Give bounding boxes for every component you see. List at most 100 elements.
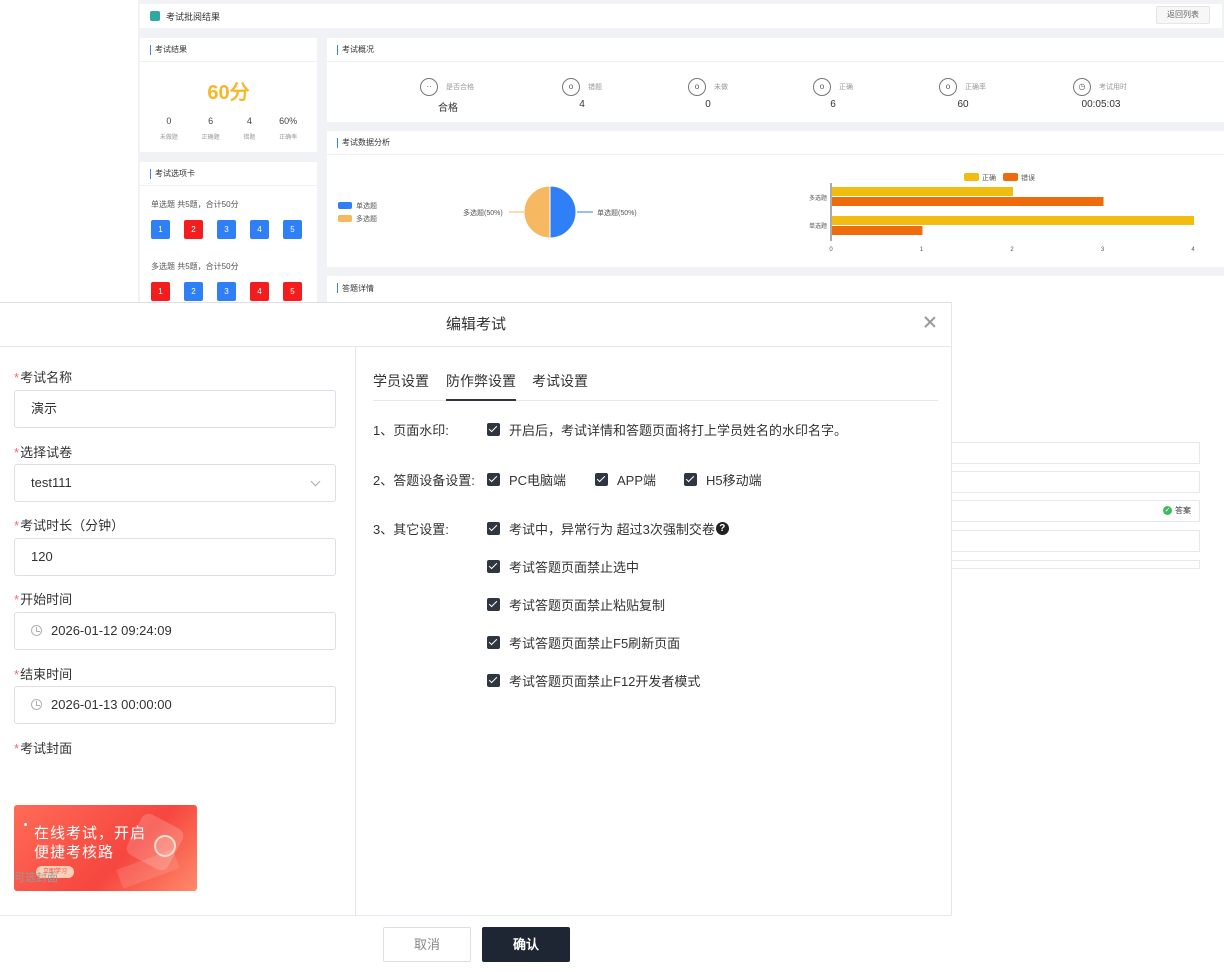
modal-footer: 取消 确认 <box>0 915 952 972</box>
multi-choice-row: 12345 <box>140 282 317 301</box>
bar-x-tick-label: 1 <box>920 247 924 253</box>
question-number-box[interactable]: 1 <box>151 220 170 239</box>
bar-correct-single <box>832 216 1194 225</box>
legend-swatch-wrong <box>1003 173 1018 181</box>
device-label: 2、答题设备设置: <box>373 473 475 488</box>
back-to-list-button[interactable]: 返回列表 <box>1156 6 1210 24</box>
overview-value: 00:05:03 <box>1081 99 1121 110</box>
disable-paste-checkbox[interactable]: 考试答题页面禁止粘贴复制 <box>487 595 665 614</box>
bar-x-ticks: 0 1 2 3 4 <box>829 247 1195 253</box>
overview-value: 60 <box>957 99 969 110</box>
help-icon[interactable]: ? <box>715 522 729 535</box>
question-number-box[interactable]: 1 <box>151 282 170 301</box>
face-o-icon: o <box>939 78 957 96</box>
device-app-checkbox[interactable]: APP端 <box>595 470 656 489</box>
face-o-icon: o <box>688 78 706 96</box>
start-time-picker[interactable]: 2026-01-12 09:24:09 <box>14 612 336 650</box>
checkbox-checked-icon <box>595 473 608 486</box>
end-time-label: *结束时间 <box>14 667 73 682</box>
bar-x-tick-label: 2 <box>1010 247 1014 253</box>
stat-label: 正确题 <box>201 135 220 141</box>
left-nav-area <box>0 0 138 302</box>
overview-items: ·· 是否合格 合格 o 错题 4 o 未做 0 o 正确 6 o 正确率 60 ◷ 考试用时 00:05:03 <box>327 78 1224 118</box>
checkbox-checked-icon <box>684 473 697 486</box>
duration-input[interactable]: 120 <box>14 538 336 576</box>
answer-badge-label: 答案 <box>1175 506 1191 515</box>
multi-choice-head: 多选题 共5题，合计50分 <box>151 262 239 271</box>
question-number-box[interactable]: 2 <box>184 282 203 301</box>
close-icon[interactable] <box>923 315 937 329</box>
disable-select-checkbox[interactable]: 考试答题页面禁止选中 <box>487 557 639 576</box>
end-time-picker[interactable]: 2026-01-13 00:00:00 <box>14 686 336 724</box>
abnormal-behavior-checkbox[interactable]: 考试中，异常行为 超过3次强制交卷? <box>487 519 729 538</box>
question-number-box[interactable]: 4 <box>250 220 269 239</box>
checkbox-checked-icon <box>487 473 500 486</box>
checkbox-checked-icon <box>487 423 500 436</box>
exam-name-input[interactable]: 演示 <box>14 390 336 428</box>
legend-label-correct: 正确 <box>982 173 996 182</box>
settings-tabs: 学员设置 防作弊设置 考试设置 <box>373 371 938 401</box>
bar-category-single: 单选题 <box>809 222 827 230</box>
stat-label: 未做题 <box>159 135 178 141</box>
bar-category-multi: 多选题 <box>809 194 827 202</box>
cover-text-line1: 在线考试，开启 <box>34 825 147 842</box>
paper-select[interactable]: test111 <box>14 464 336 502</box>
results-header: 考试批阅结果 返回列表 <box>140 4 1222 28</box>
data-analysis-card: 考试数据分析 单选题 多选题 多选题(50%) 单选题(50%) 正确 错误 多… <box>327 131 1224 267</box>
question-number-box[interactable]: 5 <box>283 220 302 239</box>
answer-sheet-card: 考试选项卡 单选题 共5题，合计50分 12345 多选题 共5题，合计50分 … <box>140 162 317 302</box>
tab-anti-cheat-settings[interactable]: 防作弊设置 <box>446 371 516 401</box>
watermark-label: 1、页面水印: <box>373 423 449 438</box>
check-circle-icon: ✓ <box>1163 506 1172 515</box>
pie-label-multi: 多选题(50%) <box>463 208 503 217</box>
disable-f12-checkbox[interactable]: 考试答题页面禁止F12开发者模式 <box>487 671 700 690</box>
checkbox-checked-icon <box>487 522 500 535</box>
confirm-button[interactable]: 确认 <box>482 927 570 962</box>
background-row <box>952 471 1200 493</box>
device-h5-checkbox[interactable]: H5移动端 <box>684 470 762 489</box>
tab-exam-settings[interactable]: 考试设置 <box>532 371 588 401</box>
disable-f5-checkbox[interactable]: 考试答题页面禁止F5刷新页面 <box>487 633 680 652</box>
device-pc-checkbox[interactable]: PC电脑端 <box>487 470 566 489</box>
checkbox-checked-icon <box>487 636 500 649</box>
pie-slice-multi <box>523 185 551 239</box>
question-number-box[interactable]: 5 <box>283 282 302 301</box>
stat-wrong: 4 错题 <box>243 116 255 141</box>
settings-pane: 学员设置 防作弊设置 考试设置 1、页面水印: 开启后，考试详情和答题页面将打上… <box>357 347 951 915</box>
face-o-icon: o <box>813 78 831 96</box>
data-analysis-title: 考试数据分析 <box>327 131 1224 155</box>
question-number-box[interactable]: 3 <box>217 220 236 239</box>
watermark-checkbox[interactable]: 开启后，考试详情和答题页面将打上学员姓名的水印名字。 <box>487 420 847 439</box>
stat-value: 6 <box>208 116 214 126</box>
clock-icon <box>31 625 42 636</box>
stat-unanswered: 0 未做题 <box>160 116 178 141</box>
overview-label: 是否合格 <box>446 84 474 91</box>
tab-student-settings[interactable]: 学员设置 <box>373 371 429 401</box>
overview-label: 正确率 <box>965 84 986 91</box>
clock-icon: ◷ <box>1073 78 1091 96</box>
overview-label: 考试用时 <box>1099 84 1127 91</box>
stat-accuracy: 60% 正确率 <box>279 116 297 141</box>
overview-label: 未做 <box>714 84 728 91</box>
exam-name-label: *考试名称 <box>14 370 73 385</box>
exam-form-pane: *考试名称 演示 *选择试卷 test111 *考试时长（分钟） 120 *开始… <box>0 347 356 915</box>
results-icon <box>150 11 160 21</box>
legend-swatch-multi <box>338 215 352 222</box>
background-row <box>952 530 1200 552</box>
start-time-label: *开始时间 <box>14 592 73 607</box>
question-number-box[interactable]: 2 <box>184 220 203 239</box>
stat-value: 4 <box>246 116 252 126</box>
legend-label-single: 单选题 <box>356 201 377 210</box>
overview-value: 0 <box>705 99 711 110</box>
cancel-button[interactable]: 取消 <box>383 927 471 962</box>
edit-exam-modal: 编辑考试 *考试名称 演示 *选择试卷 test111 *考试时长（分钟） 12… <box>0 302 952 972</box>
background-row <box>952 560 1200 569</box>
background-row <box>952 442 1200 464</box>
stat-correct: 6 正确题 <box>202 116 220 141</box>
answer-detail-title: 答题详情 <box>327 276 1224 300</box>
single-choice-row: 12345 <box>140 220 317 239</box>
question-number-box[interactable]: 3 <box>217 282 236 301</box>
background-row: ✓ 答案 <box>952 500 1200 522</box>
bar-correct-multi <box>832 187 1013 196</box>
question-number-box[interactable]: 4 <box>250 282 269 301</box>
